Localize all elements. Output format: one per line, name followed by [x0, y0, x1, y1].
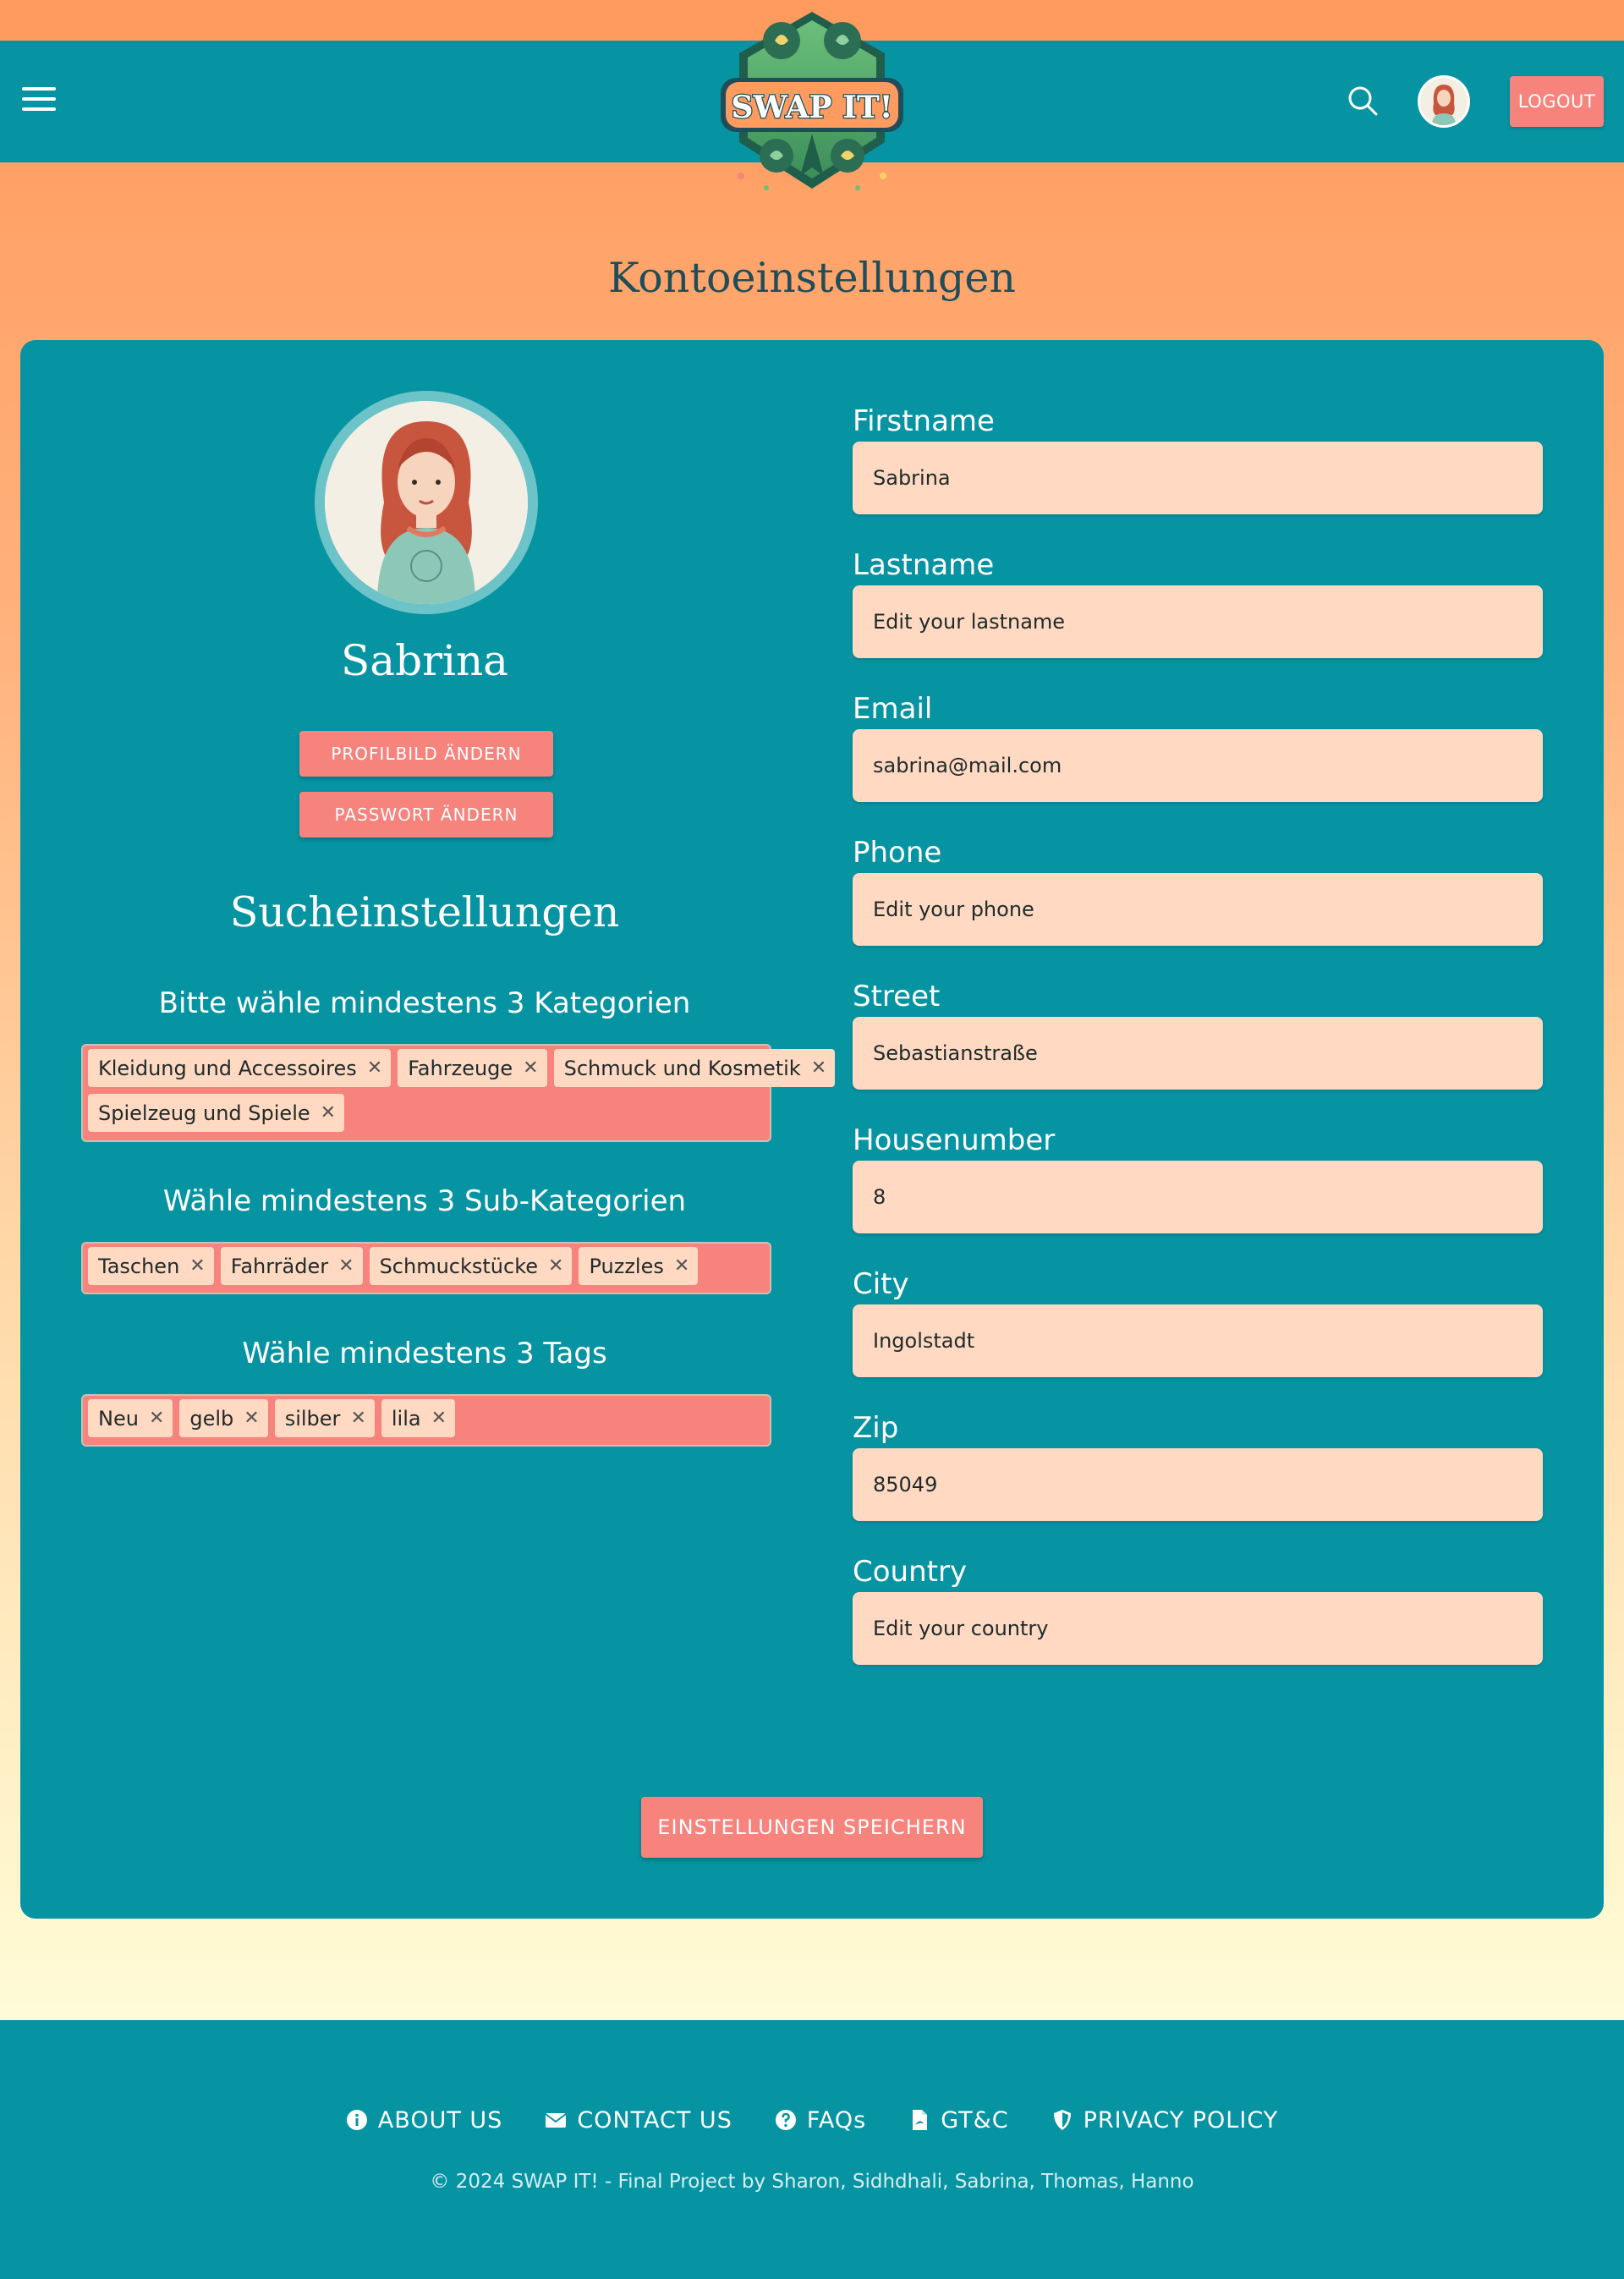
city-field[interactable]	[853, 1304, 1543, 1377]
tag-chip: Schmuck und Kosmetik ✕	[553, 1049, 836, 1087]
footer-link-contact[interactable]: CONTACT US	[545, 2107, 732, 2133]
firstname-field[interactable]	[853, 442, 1543, 514]
close-icon[interactable]: ✕	[149, 1408, 164, 1429]
info-icon	[346, 2110, 367, 2130]
svg-text:SWAP IT!: SWAP IT!	[731, 90, 892, 125]
envelope-icon	[545, 2113, 567, 2128]
close-icon[interactable]: ✕	[431, 1408, 447, 1429]
page-title: Kontoeinstellungen	[608, 254, 1016, 302]
copyright: © 2024 SWAP IT! - Final Project by Sharo…	[430, 2171, 1194, 2193]
close-icon[interactable]: ✕	[548, 1255, 563, 1277]
tag-chip: lila ✕	[381, 1399, 456, 1437]
email-label: Email	[853, 692, 933, 726]
tag-chip: Spielzeug und Spiele ✕	[88, 1094, 345, 1132]
tag-chip: Neu ✕	[88, 1399, 173, 1437]
zip-label: Zip	[853, 1411, 899, 1445]
tag-chip: Kleidung und Accessoires ✕	[88, 1049, 392, 1087]
tag-chip: silber ✕	[274, 1399, 375, 1437]
close-icon[interactable]: ✕	[811, 1057, 826, 1079]
avatar[interactable]	[1418, 75, 1470, 128]
profile-name: Sabrina	[341, 636, 508, 685]
close-icon[interactable]: ✕	[674, 1255, 689, 1277]
tag-chip: Fahrräder ✕	[220, 1247, 363, 1285]
lastname-field[interactable]	[853, 585, 1543, 658]
email-field[interactable]	[853, 729, 1543, 802]
close-icon[interactable]: ✕	[338, 1255, 354, 1277]
logo[interactable]: SWAP IT!	[716, 7, 908, 200]
tag-chip: Puzzles ✕	[579, 1247, 699, 1285]
categories-label: Bitte wähle mindestens 3 Kategorien	[158, 986, 691, 1020]
subcategories-select[interactable]: Taschen ✕ Fahrräder ✕ Schmuckstücke ✕ Puzzl…	[81, 1242, 771, 1294]
housenumber-field[interactable]	[853, 1161, 1543, 1233]
street-field[interactable]	[853, 1017, 1543, 1090]
firstname-label: Firstname	[853, 404, 995, 438]
tag-chip: gelb ✕	[179, 1399, 268, 1437]
file-pdf-icon	[913, 2110, 928, 2130]
logout-button[interactable]: LOGOUT	[1510, 76, 1604, 127]
lastname-label: Lastname	[853, 548, 995, 582]
country-label: Country	[853, 1555, 968, 1589]
save-settings-button[interactable]: EINSTELLUNGEN SPEICHERN	[641, 1797, 983, 1858]
search-settings-title: Sucheinstellungen	[229, 888, 620, 936]
country-field[interactable]	[853, 1592, 1543, 1665]
street-label: Street	[853, 980, 941, 1013]
close-icon[interactable]: ✕	[321, 1102, 336, 1123]
footer-link-gtc[interactable]: GT&C	[908, 2107, 1008, 2133]
footer-link-privacy[interactable]: PRIVACY POLICY	[1051, 2107, 1279, 2133]
phone-label: Phone	[853, 836, 942, 870]
profile-avatar	[315, 391, 538, 614]
close-icon[interactable]: ✕	[350, 1408, 365, 1429]
tags-label: Wähle mindestens 3 Tags	[242, 1337, 607, 1370]
footer-link-faqs[interactable]: FAQs	[775, 2107, 866, 2133]
footer-nav: ABOUT US CONTACT US FAQs GT&C PRIVACY PO…	[0, 2103, 1624, 2137]
change-picture-button[interactable]: PROFILBILD ÄNDERN	[299, 731, 553, 777]
subcategories-label: Wähle mindestens 3 Sub-Kategorien	[162, 1184, 687, 1218]
close-icon[interactable]: ✕	[523, 1057, 538, 1079]
menu-icon[interactable]	[22, 87, 56, 114]
tag-chip: Fahrzeuge ✕	[398, 1049, 547, 1087]
categories-select[interactable]: Kleidung und Accessoires ✕ Fahrzeuge ✕ Sch…	[81, 1044, 836, 1142]
tag-chip: Schmuckstücke ✕	[369, 1247, 573, 1285]
footer-link-about[interactable]: ABOUT US	[346, 2107, 503, 2133]
shield-icon	[1053, 2110, 1071, 2130]
search-icon[interactable]	[1347, 85, 1379, 117]
city-label: City	[853, 1267, 909, 1301]
tags-select[interactable]: Neu ✕ gelb ✕ silber ✕ lila ✕	[81, 1394, 771, 1447]
phone-field[interactable]	[853, 873, 1543, 946]
close-icon[interactable]: ✕	[244, 1408, 259, 1429]
tag-chip: Taschen ✕	[88, 1247, 214, 1285]
close-icon[interactable]: ✕	[189, 1255, 205, 1277]
question-icon	[775, 2110, 796, 2130]
housenumber-label: Housenumber	[853, 1123, 1056, 1157]
zip-field[interactable]	[853, 1448, 1543, 1521]
change-password-button[interactable]: PASSWORT ÄNDERN	[299, 792, 553, 837]
close-icon[interactable]: ✕	[367, 1057, 382, 1079]
footer	[0, 2020, 1624, 2279]
